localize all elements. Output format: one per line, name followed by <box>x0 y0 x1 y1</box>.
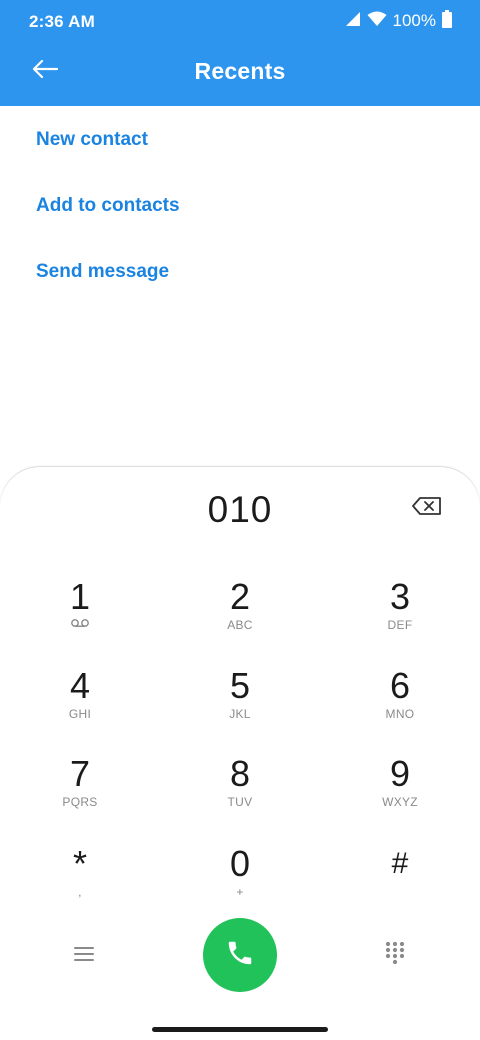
backspace-icon <box>412 496 442 520</box>
key-letters: MNO <box>385 707 415 721</box>
status-icons: 100% <box>345 9 452 33</box>
key-digit: 5 <box>229 665 251 706</box>
new-contact-link[interactable]: New contact <box>36 129 148 151</box>
key-digit: 0 <box>229 843 251 884</box>
battery-icon <box>442 9 452 33</box>
key-letters: TUV <box>227 795 253 809</box>
dial-key-9[interactable]: 9 WXYZ <box>330 754 470 834</box>
key-digit: 3 <box>389 576 411 617</box>
dial-key-5[interactable]: 5 JKL <box>170 666 310 746</box>
dial-key-8[interactable]: 8 TUV <box>170 754 310 834</box>
dial-key-star[interactable]: * , <box>10 844 150 924</box>
key-digit: * <box>72 843 87 884</box>
dialpad-toggle-button[interactable] <box>380 939 410 971</box>
dialpad-grid-icon <box>385 941 405 970</box>
app-header: 2:36 AM 100% Recents <box>0 0 480 106</box>
dial-key-7[interactable]: 7 PQRS <box>10 754 150 834</box>
key-digit: 8 <box>229 753 251 794</box>
key-digit: 4 <box>69 665 91 706</box>
key-digit: 7 <box>69 753 91 794</box>
status-time: 2:36 AM <box>29 12 95 31</box>
dial-key-2[interactable]: 2 ABC <box>170 577 310 657</box>
dialed-number: 010 <box>207 489 273 530</box>
dial-key-0[interactable]: 0 + <box>170 844 310 924</box>
battery-percent: 100% <box>392 11 436 30</box>
backspace-button[interactable] <box>410 496 444 520</box>
phone-icon <box>225 938 255 973</box>
dial-key-hash[interactable]: # <box>330 844 470 924</box>
wifi-icon <box>367 11 387 32</box>
dialpad-panel: 010 1 2 ABC 3 DEF 4 GHI 5 JKL 6 MNO 7 PQ… <box>0 467 480 1040</box>
key-digit: # <box>391 847 409 880</box>
key-letters: PQRS <box>62 795 98 809</box>
dial-key-3[interactable]: 3 DEF <box>330 577 470 657</box>
call-button[interactable] <box>203 918 277 992</box>
key-letters: DEF <box>387 618 413 632</box>
menu-icon <box>74 946 94 967</box>
dial-key-6[interactable]: 6 MNO <box>330 666 470 746</box>
dial-key-1[interactable]: 1 <box>10 577 150 657</box>
menu-button[interactable] <box>66 941 102 971</box>
key-letters: WXYZ <box>382 795 418 809</box>
page-title: Recents <box>194 58 286 84</box>
voicemail-icon <box>10 617 150 633</box>
send-message-link[interactable]: Send message <box>36 261 169 283</box>
dialer-screen: 2:36 AM 100% Recents New contact Add to … <box>0 0 480 1040</box>
key-digit: 6 <box>389 665 411 706</box>
key-digit: 1 <box>69 576 91 617</box>
add-to-contacts-link[interactable]: Add to contacts <box>36 195 180 217</box>
signal-icon <box>345 11 361 32</box>
key-letters: ABC <box>227 618 253 632</box>
key-digit: 9 <box>389 753 411 794</box>
key-letters: GHI <box>68 707 92 721</box>
key-letters: + <box>236 885 244 899</box>
key-letters: JKL <box>229 707 251 721</box>
home-indicator[interactable] <box>152 1027 328 1032</box>
dial-key-4[interactable]: 4 GHI <box>10 666 150 746</box>
key-letters: , <box>78 885 82 899</box>
key-digit: 2 <box>229 576 251 617</box>
